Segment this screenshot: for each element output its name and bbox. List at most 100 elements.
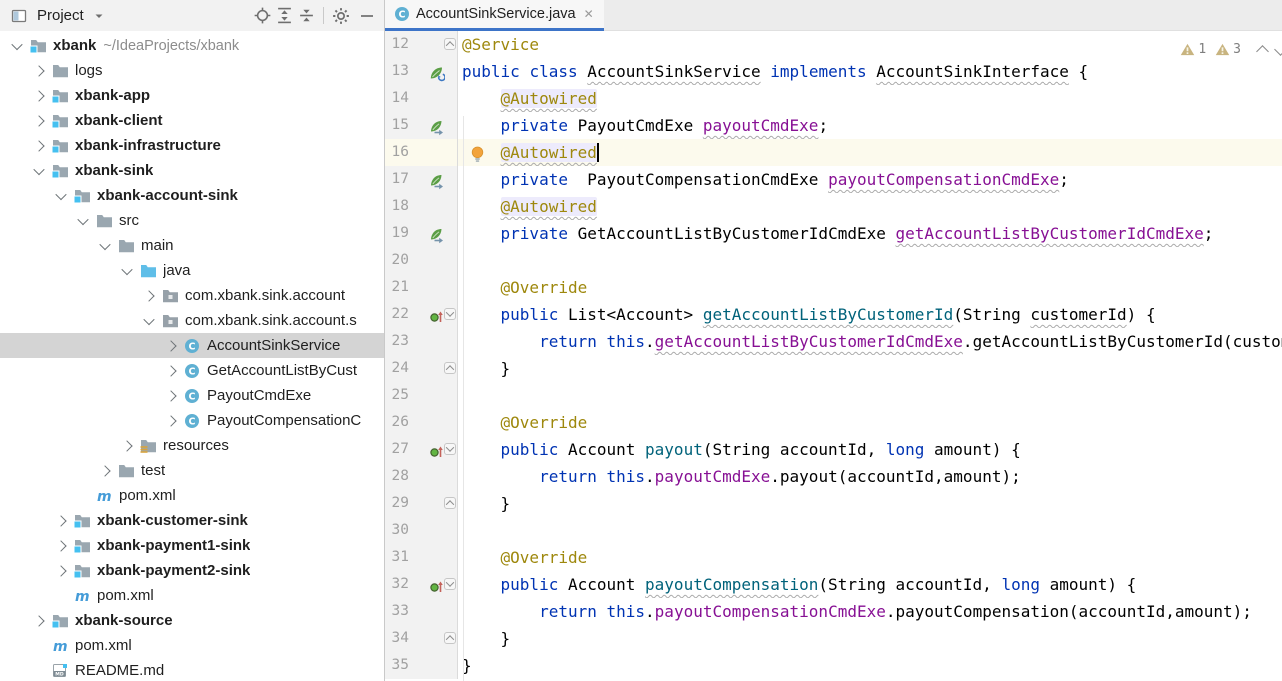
tree-item[interactable]: CGetAccountListByCust [0, 358, 384, 383]
gutter[interactable]: 29 [385, 490, 458, 517]
collapse-all-icon[interactable] [295, 5, 317, 27]
line-number[interactable]: 31 [385, 544, 409, 571]
line-number[interactable]: 25 [385, 382, 409, 409]
code-text[interactable]: return this.getAccountListByCustomerIdCm… [458, 328, 1282, 355]
tree-chevron-icon[interactable] [50, 517, 72, 525]
code-line[interactable]: 16 @Autowired [385, 139, 1282, 166]
tree-item[interactable]: xbank~/IdeaProjects/xbank [0, 33, 384, 58]
tree-chevron-icon[interactable] [160, 367, 182, 375]
gutter[interactable]: 16 [385, 139, 458, 166]
gutter[interactable]: 24 [385, 355, 458, 382]
code-line[interactable]: 20 [385, 247, 1282, 274]
fold-marker-icon[interactable] [444, 497, 456, 509]
code-text[interactable]: @Override [458, 544, 1282, 571]
tree-item[interactable]: xbank-payment1-sink [0, 533, 384, 558]
line-number[interactable]: 32 [385, 571, 409, 598]
code-line[interactable]: 27 public Account payout(String accountI… [385, 436, 1282, 463]
code-line[interactable]: 14 @Autowired [385, 85, 1282, 112]
gutter[interactable]: 32 [385, 571, 458, 598]
code-line[interactable]: 25 [385, 382, 1282, 409]
chevron-down-icon[interactable] [1274, 43, 1282, 56]
gutter[interactable]: 22 [385, 301, 458, 328]
tree-chevron-icon[interactable] [28, 117, 50, 125]
tree-chevron-icon[interactable] [94, 467, 116, 475]
override-icon[interactable] [429, 576, 445, 592]
line-number[interactable]: 16 [385, 139, 409, 166]
gutter[interactable]: 34 [385, 625, 458, 652]
chevron-down-icon[interactable] [88, 5, 110, 27]
code-editor[interactable]: 12@Service13public class AccountSinkServ… [385, 31, 1282, 681]
tree-item[interactable]: xbank-payment2-sink [0, 558, 384, 583]
gutter[interactable]: 27 [385, 436, 458, 463]
tree-item[interactable]: xbank-app [0, 83, 384, 108]
tree-chevron-icon[interactable] [28, 617, 50, 625]
line-number[interactable]: 17 [385, 166, 409, 193]
intention-bulb-icon[interactable] [470, 144, 485, 161]
code-text[interactable]: @Autowired [458, 193, 1282, 220]
tree-item[interactable]: logs [0, 58, 384, 83]
code-text[interactable]: @Override [458, 274, 1282, 301]
tree-chevron-icon[interactable] [50, 192, 72, 200]
tree-chevron-icon[interactable] [50, 542, 72, 550]
spring-autowire-icon[interactable] [429, 117, 445, 133]
code-text[interactable]: private PayoutCmdExe payoutCmdExe; [458, 112, 1282, 139]
line-number[interactable]: 23 [385, 328, 409, 355]
code-line[interactable]: 35} [385, 652, 1282, 679]
tree-item[interactable]: xbank-infrastructure [0, 133, 384, 158]
tree-chevron-icon[interactable] [138, 317, 160, 325]
code-text[interactable]: public List<Account> getAccountListByCus… [458, 301, 1282, 328]
close-icon[interactable]: ✕ [584, 7, 594, 21]
gutter[interactable]: 12 [385, 31, 458, 58]
tree-chevron-icon[interactable] [50, 567, 72, 575]
tree-item[interactable]: CPayoutCmdExe [0, 383, 384, 408]
gutter[interactable]: 21 [385, 274, 458, 301]
code-text[interactable]: return this.payoutCompensationCmdExe.pay… [458, 598, 1282, 625]
line-number[interactable]: 22 [385, 301, 409, 328]
code-text[interactable]: public Account payoutCompensation(String… [458, 571, 1282, 598]
code-text[interactable] [458, 382, 1282, 409]
spring-autowire-icon[interactable] [429, 225, 445, 241]
tree-item[interactable]: java [0, 258, 384, 283]
code-line[interactable]: 24 } [385, 355, 1282, 382]
gutter[interactable]: 35 [385, 652, 458, 679]
hide-panel-icon[interactable] [356, 5, 378, 27]
expand-all-icon[interactable] [273, 5, 295, 27]
line-number[interactable]: 33 [385, 598, 409, 625]
spring-bean-icon[interactable] [429, 63, 445, 79]
gutter[interactable]: 14 [385, 85, 458, 112]
gutter[interactable]: 20 [385, 247, 458, 274]
tree-item[interactable]: CPayoutCompensationC [0, 408, 384, 433]
gutter[interactable]: 18 [385, 193, 458, 220]
code-text[interactable]: } [458, 355, 1282, 382]
line-number[interactable]: 12 [385, 31, 409, 58]
code-text[interactable]: } [458, 490, 1282, 517]
tree-item[interactable]: xbank-client [0, 108, 384, 133]
code-text[interactable]: } [458, 625, 1282, 652]
code-text[interactable] [458, 517, 1282, 544]
override-icon[interactable] [429, 441, 445, 457]
line-number[interactable]: 26 [385, 409, 409, 436]
code-line[interactable]: 22 public List<Account> getAccountListBy… [385, 301, 1282, 328]
tree-chevron-icon[interactable] [28, 67, 50, 75]
fold-marker-icon[interactable] [444, 38, 456, 50]
code-line[interactable]: 15 private PayoutCmdExe payoutCmdExe; [385, 112, 1282, 139]
tool-window-icon[interactable] [8, 5, 30, 27]
code-line[interactable]: 19 private GetAccountListByCustomerIdCmd… [385, 220, 1282, 247]
code-line[interactable]: 18 @Autowired [385, 193, 1282, 220]
fold-marker-icon[interactable] [444, 443, 456, 455]
gutter[interactable]: 30 [385, 517, 458, 544]
line-number[interactable]: 24 [385, 355, 409, 382]
chevron-up-icon[interactable] [1256, 45, 1269, 58]
inspections-widget[interactable]: 1 3 [1180, 39, 1282, 59]
tree-chevron-icon[interactable] [116, 267, 138, 275]
line-number[interactable]: 28 [385, 463, 409, 490]
tree-chevron-icon[interactable] [28, 167, 50, 175]
tree-item[interactable]: main [0, 233, 384, 258]
gutter[interactable]: 25 [385, 382, 458, 409]
code-text[interactable]: @Autowired [458, 139, 1282, 166]
fold-marker-icon[interactable] [444, 362, 456, 374]
code-text[interactable]: private GetAccountListByCustomerIdCmdExe… [458, 220, 1282, 247]
code-line[interactable]: 32 public Account payoutCompensation(Str… [385, 571, 1282, 598]
tree-item[interactable]: mpom.xml [0, 583, 384, 608]
line-number[interactable]: 13 [385, 58, 409, 85]
